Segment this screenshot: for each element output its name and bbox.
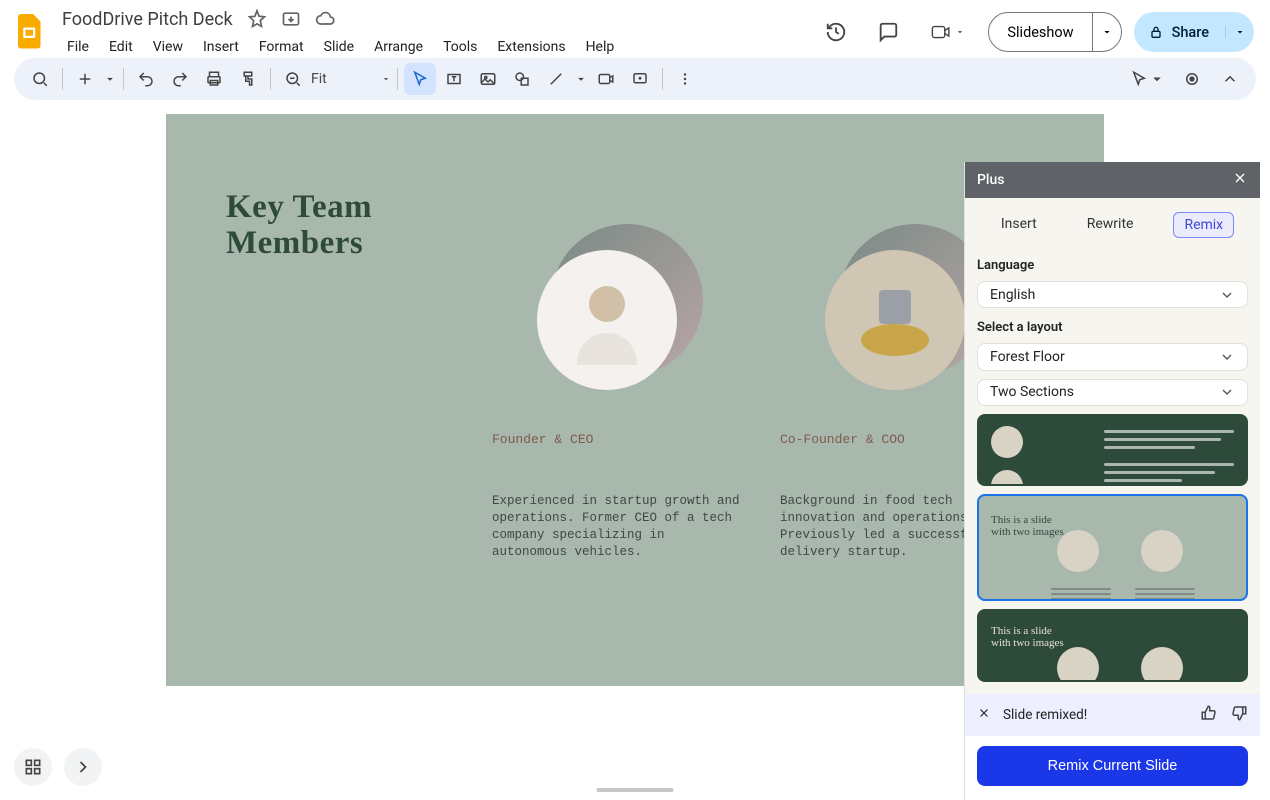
chevron-down-icon bbox=[1219, 287, 1235, 303]
meet-icon[interactable] bbox=[920, 12, 976, 52]
grid-view-button[interactable] bbox=[14, 748, 52, 786]
menu-extensions[interactable]: Extensions bbox=[488, 35, 574, 59]
history-icon[interactable] bbox=[816, 12, 856, 52]
line-dropdown-icon[interactable] bbox=[574, 63, 588, 95]
shape-tool[interactable] bbox=[506, 63, 538, 95]
share-button[interactable]: Share bbox=[1134, 12, 1254, 52]
slideshow-button[interactable]: Slideshow bbox=[988, 12, 1121, 52]
menu-file[interactable]: File bbox=[58, 35, 98, 59]
slideshow-dropdown-icon[interactable] bbox=[1093, 13, 1121, 51]
close-feedback-icon[interactable] bbox=[977, 706, 991, 724]
video-tool[interactable] bbox=[590, 63, 622, 95]
menu-view[interactable]: View bbox=[144, 35, 192, 59]
layout-label: Select a layout bbox=[977, 320, 1248, 335]
menu-bar: File Edit View Insert Format Slide Arran… bbox=[58, 35, 623, 59]
chevron-down-icon bbox=[1219, 384, 1235, 400]
new-slide-dropdown-icon[interactable] bbox=[103, 63, 117, 95]
tab-insert[interactable]: Insert bbox=[991, 212, 1047, 238]
more-tools-icon[interactable] bbox=[669, 63, 701, 95]
menu-edit[interactable]: Edit bbox=[100, 35, 142, 59]
tab-remix[interactable]: Remix bbox=[1173, 212, 1234, 238]
member-role-1[interactable]: Founder & CEO bbox=[492, 432, 742, 447]
plus-tabs: Insert Rewrite Remix bbox=[965, 198, 1260, 248]
line-tool[interactable] bbox=[540, 63, 572, 95]
feedback-text: Slide remixed! bbox=[1003, 707, 1087, 723]
slideshow-label[interactable]: Slideshow bbox=[989, 13, 1091, 51]
menu-help[interactable]: Help bbox=[577, 35, 624, 59]
menu-slide[interactable]: Slide bbox=[315, 35, 363, 59]
print-button[interactable] bbox=[198, 63, 230, 95]
team-member-1[interactable]: Founder & CEO Experienced in startup gro… bbox=[492, 230, 742, 561]
food-icon bbox=[845, 270, 945, 370]
comments-icon[interactable] bbox=[868, 12, 908, 52]
search-icon[interactable] bbox=[24, 63, 56, 95]
chevron-down-icon bbox=[1219, 349, 1235, 365]
image-tool[interactable] bbox=[472, 63, 504, 95]
zoom-out-icon[interactable] bbox=[277, 63, 309, 95]
lock-icon bbox=[1148, 24, 1164, 40]
thumb-caption: This is a slidewith two images bbox=[991, 625, 1064, 649]
layout-option-2[interactable]: This is a slidewith two images bbox=[977, 494, 1248, 601]
record-icon[interactable] bbox=[1176, 63, 1208, 95]
layout-sections-select[interactable]: Two Sections bbox=[977, 379, 1248, 406]
share-dropdown-icon[interactable] bbox=[1225, 26, 1254, 38]
undo-button[interactable] bbox=[130, 63, 162, 95]
paint-format-button[interactable] bbox=[232, 63, 264, 95]
cloud-status-icon[interactable] bbox=[311, 5, 339, 33]
layout-option-3[interactable]: This is a slidewith two images bbox=[977, 609, 1248, 682]
share-label: Share bbox=[1172, 24, 1209, 41]
member-photo-1[interactable] bbox=[537, 230, 697, 390]
menu-tools[interactable]: Tools bbox=[434, 35, 486, 59]
slides-logo-icon[interactable] bbox=[12, 10, 48, 54]
close-icon[interactable] bbox=[1232, 170, 1248, 190]
zoom-select[interactable]: Fit bbox=[311, 71, 391, 87]
plus-panel: Plus Insert Rewrite Remix Language Engli… bbox=[964, 162, 1260, 800]
comment-tool[interactable] bbox=[624, 63, 656, 95]
redo-button[interactable] bbox=[164, 63, 196, 95]
member-bio-1[interactable]: Experienced in startup growth and operat… bbox=[492, 493, 742, 561]
thumbs-down-icon[interactable] bbox=[1230, 704, 1248, 726]
menu-format[interactable]: Format bbox=[250, 35, 313, 59]
doc-title[interactable]: FoodDrive Pitch Deck bbox=[58, 7, 237, 32]
layout-option-1[interactable] bbox=[977, 414, 1248, 486]
language-select[interactable]: English bbox=[977, 281, 1248, 308]
layout-theme-select[interactable]: Forest Floor bbox=[977, 343, 1248, 370]
star-icon[interactable] bbox=[243, 5, 271, 33]
collapse-toolbar-icon[interactable] bbox=[1214, 63, 1246, 95]
laser-pointer-icon[interactable] bbox=[1126, 63, 1170, 95]
feedback-bar: Slide remixed! bbox=[965, 694, 1260, 736]
tab-rewrite[interactable]: Rewrite bbox=[1077, 212, 1144, 238]
slide-title[interactable]: Key Team Members bbox=[226, 190, 372, 261]
doc-bar: FoodDrive Pitch Deck File Edit View Inse… bbox=[0, 0, 1270, 58]
menu-arrange[interactable]: Arrange bbox=[365, 35, 432, 59]
language-label: Language bbox=[977, 258, 1248, 273]
thumbs-up-icon[interactable] bbox=[1200, 704, 1218, 726]
menu-insert[interactable]: Insert bbox=[194, 35, 248, 59]
plus-panel-header: Plus bbox=[965, 162, 1260, 198]
select-tool[interactable] bbox=[404, 63, 436, 95]
move-icon[interactable] bbox=[277, 5, 305, 33]
member-photo-2[interactable] bbox=[825, 230, 985, 390]
speaker-notes-handle[interactable] bbox=[597, 788, 674, 792]
new-slide-button[interactable] bbox=[69, 63, 101, 95]
thumb-caption: This is a slidewith two images bbox=[991, 514, 1064, 538]
toolbar: Fit bbox=[14, 58, 1256, 100]
person-icon bbox=[557, 270, 657, 370]
next-button[interactable] bbox=[64, 748, 102, 786]
textbox-tool[interactable] bbox=[438, 63, 470, 95]
remix-button[interactable]: Remix Current Slide bbox=[977, 746, 1248, 786]
plus-title: Plus bbox=[977, 172, 1005, 188]
